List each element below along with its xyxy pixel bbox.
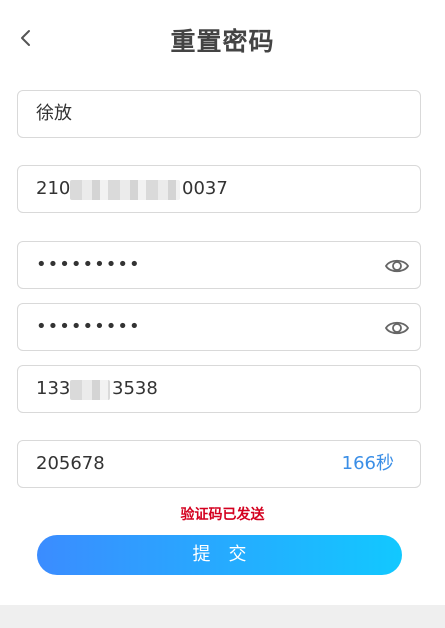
bottom-bar [0, 605, 445, 628]
id-number-field[interactable]: 210 0037 [17, 165, 421, 213]
phone-redaction [70, 380, 110, 400]
phone-prefix: 133 [36, 378, 71, 399]
confirm-password-value: ••••••••• [36, 316, 141, 337]
id-number-suffix: 0037 [182, 178, 228, 199]
id-number-prefix: 210 [36, 178, 71, 199]
header: 重置密码 [0, 0, 445, 80]
id-number-redaction [70, 180, 180, 200]
submit-button[interactable]: 提交 [37, 535, 402, 575]
phone-field[interactable]: 133 3538 [17, 365, 421, 413]
verification-code-value: 205678 [36, 453, 105, 474]
verification-code-field[interactable]: 205678 166秒 [17, 440, 421, 488]
countdown-timer[interactable]: 166秒 [342, 441, 394, 487]
password-value: ••••••••• [36, 254, 141, 275]
password-field[interactable]: ••••••••• [17, 241, 421, 289]
eye-icon[interactable] [384, 253, 410, 279]
confirm-password-field[interactable]: ••••••••• [17, 303, 421, 351]
name-field[interactable]: 徐放 [17, 90, 421, 138]
name-value: 徐放 [36, 103, 72, 124]
phone-suffix: 3538 [112, 378, 158, 399]
page-title: 重置密码 [170, 27, 275, 56]
eye-icon[interactable] [384, 315, 410, 341]
code-sent-message: 验证码已发送 [180, 507, 265, 523]
